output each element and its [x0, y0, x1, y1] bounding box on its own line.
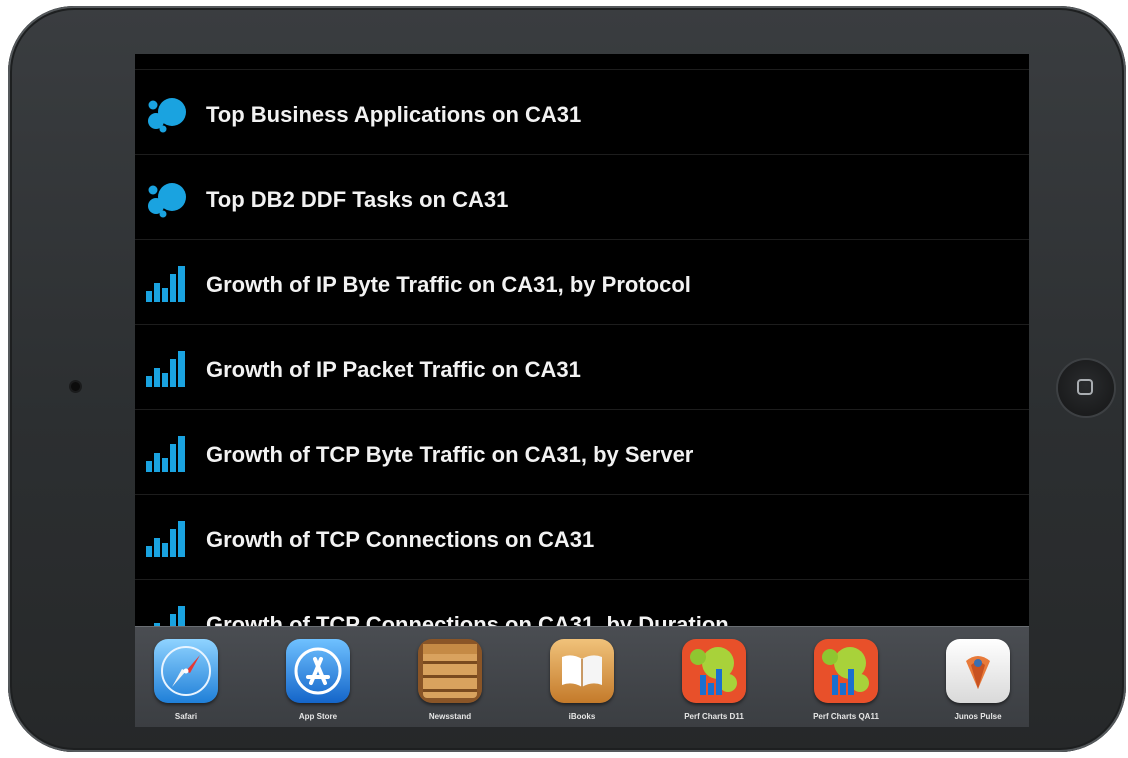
dock-app-app-store[interactable]: App Store: [278, 635, 358, 725]
perf-charts-icon: [814, 639, 878, 703]
home-button[interactable]: [1058, 360, 1114, 416]
dock-app-label: Newsstand: [428, 712, 472, 721]
list-item[interactable]: Growth of TCP Connections on CA31: [135, 494, 1029, 579]
dock-app-ibooks[interactable]: iBooks: [542, 635, 622, 725]
app-store-icon: [286, 639, 350, 703]
list-item[interactable]: Growth of TCP Byte Traffic on CA31, by S…: [135, 409, 1029, 494]
dock-app-label: Perf Charts QA11: [813, 712, 879, 721]
safari-compass-icon: [154, 639, 218, 703]
list-item-label: Top DB2 DDF Tasks on CA31: [206, 187, 509, 212]
bar-chart-icon: [146, 266, 185, 302]
newsstand-shelf-icon: [418, 639, 482, 703]
bar-chart-icon: [146, 351, 185, 387]
list-item-label: Top Business Applications on CA31: [206, 102, 582, 127]
dock-app-perf-charts-qa11[interactable]: Perf Charts QA11: [806, 635, 886, 725]
front-camera: [71, 382, 80, 391]
dock-app-newsstand[interactable]: Newsstand: [410, 635, 490, 725]
dock-app-label: Perf Charts D11: [684, 712, 744, 721]
bar-chart-icon: [146, 436, 185, 472]
dock: Safari App Store Newsstand iBooks Perf C…: [135, 626, 1029, 727]
dock-app-perf-charts-d11[interactable]: Perf Charts D11: [674, 635, 754, 725]
report-list[interactable]: Top Business Applications on CA31 Top DB…: [135, 54, 1029, 626]
bubbles-icon: [148, 183, 186, 218]
junos-pulse-icon: [946, 639, 1010, 703]
ipad-device-frame: Top Business Applications on CA31 Top DB…: [8, 6, 1126, 752]
dock-app-label: Safari: [174, 712, 198, 721]
list-item[interactable]: Growth of TCP Connections on CA31, by Du…: [135, 579, 1029, 626]
list-item-label: Growth of IP Byte Traffic on CA31, by Pr…: [206, 272, 691, 297]
dock-app-label: Junos Pulse: [954, 712, 1002, 721]
dock-app-safari[interactable]: Safari: [146, 635, 226, 725]
bar-chart-icon: [154, 606, 185, 626]
list-item[interactable]: Growth of IP Byte Traffic on CA31, by Pr…: [135, 239, 1029, 324]
list-item[interactable]: Growth of IP Packet Traffic on CA31: [135, 324, 1029, 409]
perf-charts-icon: [682, 639, 746, 703]
dock-app-label: iBooks: [568, 712, 596, 721]
screen: Top Business Applications on CA31 Top DB…: [135, 54, 1029, 727]
bubbles-icon: [148, 98, 186, 133]
list-item-label: Growth of TCP Connections on CA31, by Du…: [206, 612, 729, 626]
dock-app-junos-pulse[interactable]: Junos Pulse: [938, 635, 1018, 725]
list-item-label: Growth of TCP Byte Traffic on CA31, by S…: [206, 442, 694, 467]
bar-chart-icon: [146, 521, 185, 557]
home-square-icon: [1077, 379, 1093, 395]
dock-app-label: App Store: [298, 712, 338, 721]
ibooks-book-icon: [550, 639, 614, 703]
list-item-label: Growth of TCP Connections on CA31: [206, 527, 595, 552]
list-item-label: Growth of IP Packet Traffic on CA31: [206, 357, 581, 382]
list-item[interactable]: Top Business Applications on CA31: [135, 69, 1029, 154]
list-item[interactable]: Top DB2 DDF Tasks on CA31: [135, 154, 1029, 239]
